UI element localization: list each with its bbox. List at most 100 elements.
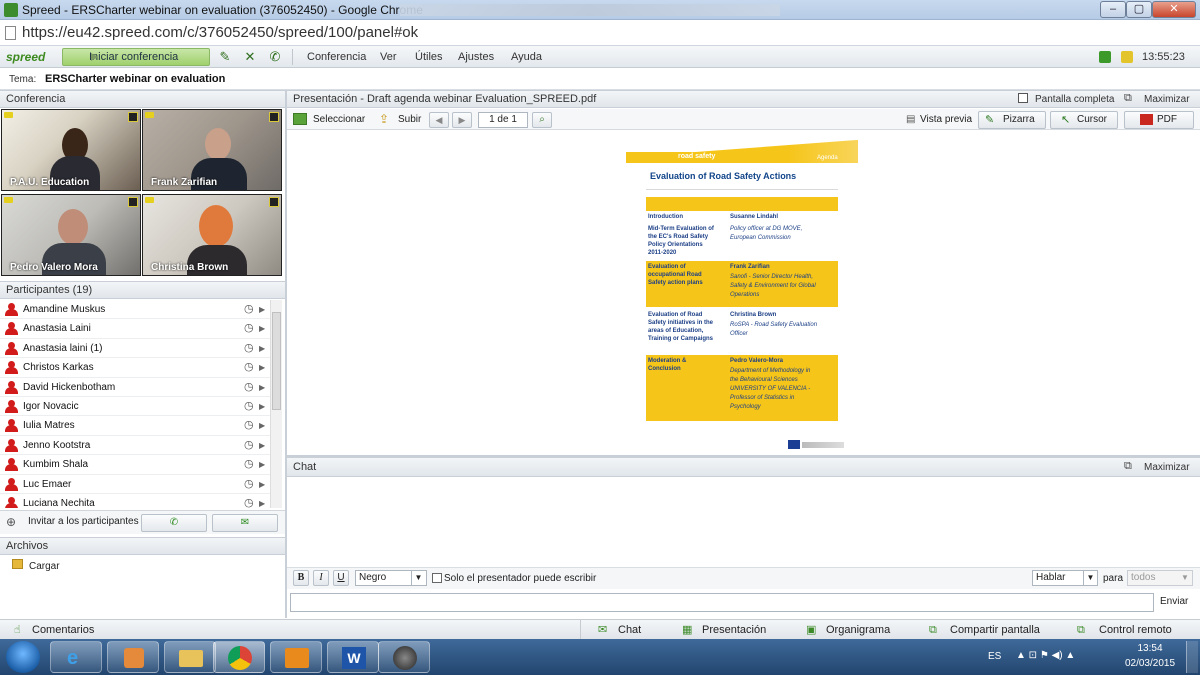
- presenter-only-checkbox[interactable]: [432, 573, 442, 583]
- maximize-chat-button[interactable]: Maximizar: [1144, 462, 1190, 473]
- outlook-taskbar-icon[interactable]: [270, 641, 322, 673]
- clock-icon[interactable]: ◷: [244, 319, 254, 338]
- expand-arrow-icon[interactable]: ▶: [259, 455, 265, 474]
- org-chart-button[interactable]: Organigrama: [826, 622, 890, 638]
- chevron-down-icon[interactable]: ▼: [411, 571, 425, 585]
- video-tile[interactable]: P.A.U. Education: [1, 109, 141, 191]
- video-tile[interactable]: Pedro Valero Mora: [1, 194, 141, 276]
- presentation-tab-button[interactable]: Presentación: [702, 622, 766, 638]
- taskbar-date[interactable]: 02/03/2015: [1122, 658, 1178, 669]
- participant-row[interactable]: Amandine Muskus ◷ ▶: [0, 300, 270, 320]
- previous-page-button[interactable]: ◀: [429, 112, 449, 128]
- chat-input[interactable]: [290, 593, 1154, 612]
- mute-mic-icon[interactable]: ✎: [216, 49, 234, 65]
- participant-row[interactable]: Igor Novacic ◷ ▶: [0, 397, 270, 417]
- participant-row[interactable]: Luciana Nechita ◷ ▶: [0, 494, 270, 508]
- participant-row[interactable]: Anastasia laini (1) ◷ ▶: [0, 339, 270, 359]
- tools-icon[interactable]: ✕: [241, 49, 259, 65]
- language-indicator[interactable]: ES: [988, 651, 1001, 662]
- participant-row[interactable]: Kumbim Shala ◷ ▶: [0, 455, 270, 475]
- chevron-down-icon[interactable]: ▼: [1178, 571, 1192, 585]
- expand-arrow-icon[interactable]: ▶: [259, 378, 265, 397]
- start-conference-button[interactable]: Iniciar conferencia: [62, 48, 210, 66]
- pdf-button[interactable]: PDF: [1124, 111, 1194, 129]
- close-window-button[interactable]: ✕: [1152, 1, 1196, 18]
- expand-arrow-icon[interactable]: ▶: [259, 319, 265, 338]
- taskbar-time[interactable]: 13:54: [1130, 643, 1170, 654]
- fullscreen-label[interactable]: Pantalla completa: [1035, 94, 1115, 105]
- next-page-button[interactable]: ▶: [452, 112, 472, 128]
- video-tile[interactable]: Christina Brown: [142, 194, 282, 276]
- remote-control-button[interactable]: Control remoto: [1099, 622, 1172, 638]
- underline-button[interactable]: U: [333, 570, 349, 586]
- chevron-down-icon[interactable]: ▼: [1083, 571, 1097, 585]
- clock-icon[interactable]: ◷: [244, 300, 254, 319]
- expand-video-icon[interactable]: [128, 112, 138, 122]
- share-screen-button[interactable]: Compartir pantalla: [950, 622, 1040, 638]
- expand-arrow-icon[interactable]: ▶: [259, 475, 265, 494]
- clock-icon[interactable]: ◷: [244, 455, 254, 474]
- maximize-window-button[interactable]: ▢: [1126, 1, 1152, 18]
- send-button[interactable]: Enviar: [1160, 596, 1188, 607]
- video-tile[interactable]: Frank Zarifian: [142, 109, 282, 191]
- clock-icon[interactable]: ◷: [244, 475, 254, 494]
- media-taskbar-icon[interactable]: [378, 641, 430, 673]
- participant-row[interactable]: Jenno Kootstra ◷ ▶: [0, 436, 270, 456]
- presenter-only-label[interactable]: Solo el presentador puede escribir: [444, 573, 596, 584]
- clock-icon[interactable]: ◷: [244, 397, 254, 416]
- expand-video-icon[interactable]: [128, 197, 138, 207]
- preview-button[interactable]: Vista previa: [920, 114, 972, 125]
- participant-row[interactable]: Luc Emaer ◷ ▶: [0, 475, 270, 494]
- email-participants-button[interactable]: ✉: [212, 514, 278, 532]
- invite-participants-button[interactable]: Invitar a los participantes: [28, 516, 139, 527]
- scrollbar-thumb[interactable]: [272, 312, 281, 410]
- tray-icons[interactable]: ▲ ⊡ ⚑ ◀) ▲: [1016, 650, 1075, 661]
- expand-arrow-icon[interactable]: ▶: [259, 397, 265, 416]
- phone-icon[interactable]: ✆: [266, 49, 284, 65]
- menu-conferencia[interactable]: Conferencia: [307, 51, 366, 63]
- url-text[interactable]: https://eu42.spreed.com/c/376052450/spre…: [22, 24, 418, 41]
- expand-arrow-icon[interactable]: ▶: [259, 416, 265, 435]
- select-button[interactable]: Seleccionar: [313, 114, 365, 125]
- participants-scrollbar[interactable]: [270, 300, 282, 508]
- fullscreen-checkbox[interactable]: [1018, 93, 1028, 103]
- page-indicator[interactable]: 1 de 1: [478, 112, 528, 128]
- bold-button[interactable]: B: [293, 570, 309, 586]
- maximize-presentation-button[interactable]: Maximizar: [1144, 94, 1190, 105]
- chrome-taskbar-icon[interactable]: [213, 641, 265, 673]
- explorer-taskbar-icon[interactable]: [164, 641, 216, 673]
- clock-icon[interactable]: ◷: [244, 378, 254, 397]
- expand-arrow-icon[interactable]: ▶: [259, 358, 265, 377]
- chat-tab-button[interactable]: Chat: [618, 622, 641, 638]
- internet-explorer-taskbar-icon[interactable]: e: [50, 641, 102, 673]
- expand-arrow-icon[interactable]: ▶: [259, 339, 265, 358]
- address-bar[interactable]: https://eu42.spreed.com/c/376052450/spre…: [0, 20, 1200, 46]
- clock-icon[interactable]: ◷: [244, 436, 254, 455]
- clock-icon[interactable]: ◷: [244, 339, 254, 358]
- call-participants-button[interactable]: ✆: [141, 514, 207, 532]
- upload-file-button[interactable]: Cargar: [29, 561, 60, 572]
- clock-icon[interactable]: ◷: [244, 416, 254, 435]
- italic-button[interactable]: I: [313, 570, 329, 586]
- expand-arrow-icon[interactable]: ▶: [259, 300, 265, 319]
- participant-row[interactable]: David Hickenbotham ◷ ▶: [0, 378, 270, 397]
- menu-utiles[interactable]: Útiles: [415, 51, 443, 63]
- menu-ajustes[interactable]: Ajustes: [458, 51, 494, 63]
- expand-arrow-icon[interactable]: ▶: [259, 494, 265, 508]
- participant-row[interactable]: Iulia Matres ◷ ▶: [0, 416, 270, 436]
- minimize-button[interactable]: –: [1100, 1, 1126, 18]
- show-desktop-button[interactable]: [1186, 641, 1198, 673]
- clock-icon[interactable]: ◷: [244, 494, 254, 508]
- start-button[interactable]: [6, 641, 40, 673]
- menu-ayuda[interactable]: Ayuda: [511, 51, 542, 63]
- clock-icon[interactable]: ◷: [244, 358, 254, 377]
- participant-row[interactable]: Anastasia Laini ◷ ▶: [0, 319, 270, 339]
- app-taskbar-icon[interactable]: [107, 641, 159, 673]
- zoom-icon[interactable]: ⌕: [532, 112, 552, 128]
- participant-row[interactable]: Christos Karkas ◷ ▶: [0, 358, 270, 378]
- expand-arrow-icon[interactable]: ▶: [259, 436, 265, 455]
- expand-video-icon[interactable]: [269, 197, 279, 207]
- word-taskbar-icon[interactable]: W: [327, 641, 379, 673]
- menu-ver[interactable]: Ver: [380, 51, 397, 63]
- upload-presentation-button[interactable]: Subir: [398, 114, 421, 125]
